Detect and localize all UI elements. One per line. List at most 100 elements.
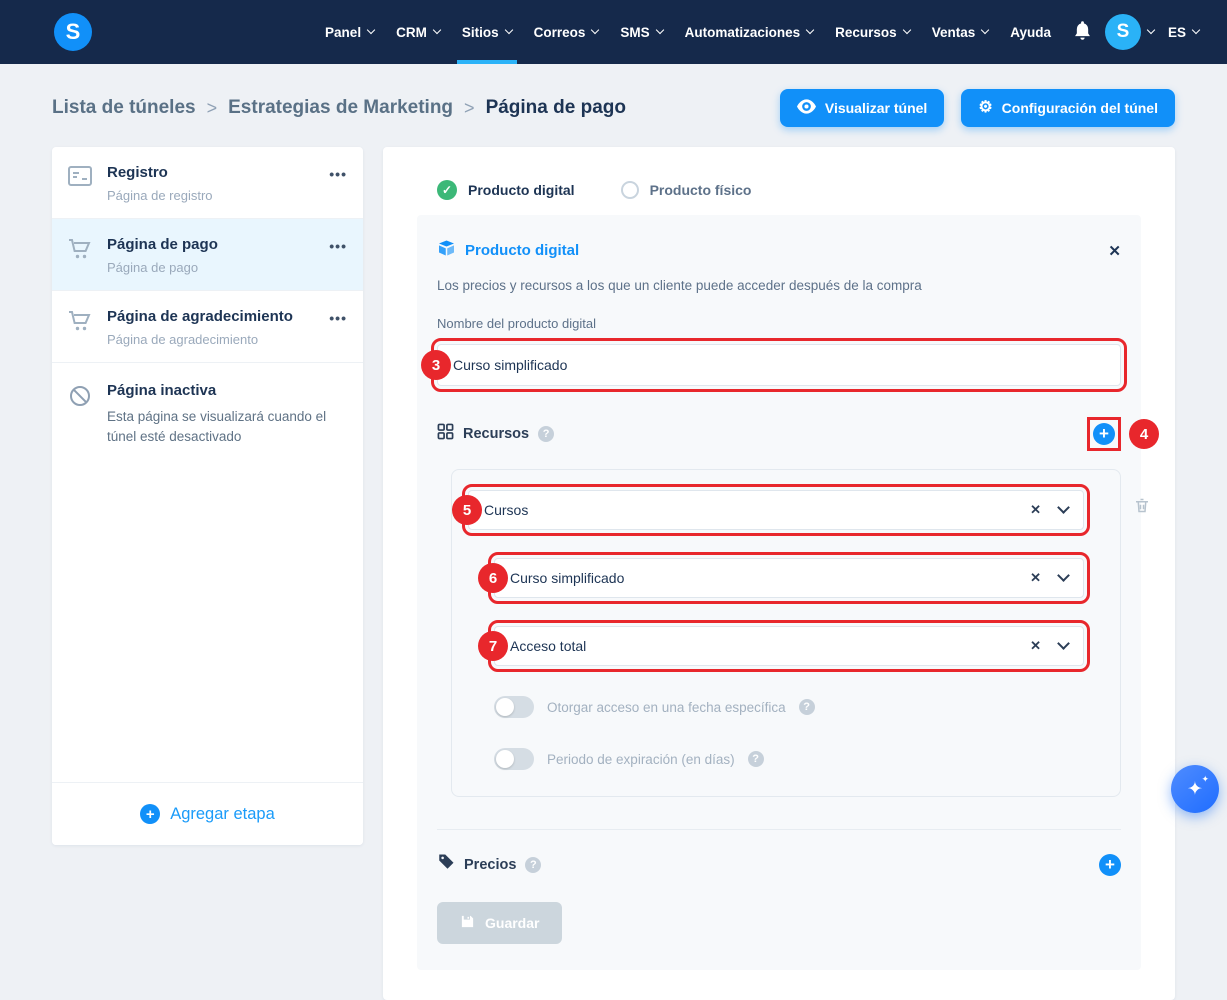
visualize-funnel-label: Visualizar túnel bbox=[825, 100, 927, 116]
nav-item-recursos[interactable]: Recursos bbox=[824, 0, 921, 64]
nav-item-ventas[interactable]: Ventas bbox=[921, 0, 1000, 64]
cart-icon bbox=[68, 308, 94, 337]
nav-item-label: Correos bbox=[534, 25, 586, 40]
stage-item-pagina-de-pago[interactable]: Página de pago Página de pago ••• bbox=[52, 219, 363, 291]
avatar-letter: S bbox=[1117, 21, 1130, 43]
prices-header-right: + bbox=[1099, 854, 1121, 876]
language-label: ES bbox=[1168, 25, 1186, 40]
ellipsis-icon: ••• bbox=[329, 238, 347, 254]
stage-subtitle: Página de agradecimiento bbox=[107, 332, 312, 347]
stage-subtitle: Página de registro bbox=[107, 188, 312, 203]
access-date-toggle[interactable] bbox=[494, 696, 534, 718]
resources-header: Recursos ? + 4 bbox=[437, 417, 1121, 451]
language-selector[interactable]: ES bbox=[1168, 25, 1199, 40]
tab-producto-fisico[interactable]: Producto físico bbox=[601, 165, 778, 215]
nav-item-ayuda[interactable]: Ayuda bbox=[999, 0, 1062, 64]
visualize-funnel-button[interactable]: Visualizar túnel bbox=[780, 89, 944, 127]
plus-glyph: + bbox=[146, 807, 155, 822]
stage-item-registro[interactable]: Registro Página de registro ••• bbox=[52, 147, 363, 219]
breadcrumb-item-funnel-name[interactable]: Estrategias de Marketing bbox=[228, 97, 453, 119]
chevron-down-icon[interactable] bbox=[1057, 637, 1070, 650]
chevron-down-icon[interactable] bbox=[1057, 501, 1070, 514]
nav-item-panel[interactable]: Panel bbox=[314, 0, 385, 64]
step-badge-7: 7 bbox=[478, 631, 508, 661]
radio-circle-icon bbox=[621, 181, 639, 199]
clear-icon[interactable]: ✕ bbox=[1030, 502, 1041, 518]
course-select[interactable]: Curso simplificado ✕ bbox=[494, 558, 1084, 598]
clear-glyph: ✕ bbox=[1030, 502, 1041, 517]
stage-text: Página inactiva Esta página se visualiza… bbox=[107, 382, 347, 446]
breadcrumb-item-funnel-list[interactable]: Lista de túneles bbox=[52, 97, 196, 119]
clear-icon[interactable]: ✕ bbox=[1030, 638, 1041, 654]
add-price-button[interactable]: + bbox=[1099, 854, 1121, 876]
nav-menu: Panel CRM Sitios Correos SMS Automatizac… bbox=[314, 0, 1062, 64]
prices-label: Precios bbox=[464, 857, 516, 873]
funnel-settings-button[interactable]: ⚙ Configuración del túnel bbox=[961, 89, 1175, 127]
help-glyph: ? bbox=[530, 859, 537, 871]
help-glyph: ? bbox=[752, 753, 759, 765]
expiration-toggle[interactable] bbox=[494, 748, 534, 770]
step-badge-6: 6 bbox=[478, 563, 508, 593]
notifications-button[interactable] bbox=[1074, 21, 1091, 43]
inactive-page-info: Página inactiva Esta página se visualiza… bbox=[52, 363, 363, 465]
package-box-icon bbox=[437, 239, 456, 262]
select-value: Curso simplificado bbox=[510, 570, 1030, 586]
nav-item-crm[interactable]: CRM bbox=[385, 0, 451, 64]
stage-menu-button[interactable]: ••• bbox=[325, 236, 351, 256]
stage-text: Página de pago Página de pago bbox=[107, 236, 312, 275]
user-menu[interactable]: S bbox=[1105, 14, 1154, 50]
nav-item-label: Ayuda bbox=[1010, 25, 1051, 40]
save-label: Guardar bbox=[485, 915, 539, 931]
nav-item-label: SMS bbox=[620, 25, 649, 40]
nav-item-correos[interactable]: Correos bbox=[523, 0, 610, 64]
help-icon[interactable]: ? bbox=[538, 426, 554, 442]
chevron-down-icon bbox=[433, 26, 441, 34]
stage-menu-button[interactable]: ••• bbox=[325, 308, 351, 328]
funnel-settings-label: Configuración del túnel bbox=[1002, 100, 1158, 116]
step-badge-3: 3 bbox=[421, 350, 451, 380]
help-icon[interactable]: ? bbox=[799, 699, 815, 715]
help-glyph: ? bbox=[803, 701, 810, 713]
nav-item-sitios[interactable]: Sitios bbox=[451, 0, 523, 64]
prohibition-icon bbox=[68, 382, 94, 446]
expiration-toggle-row: Periodo de expiración (en días) ? bbox=[494, 748, 1084, 770]
funnel-stage-sidebar: Registro Página de registro ••• Página d… bbox=[52, 147, 363, 845]
save-button[interactable]: Guardar bbox=[437, 902, 562, 944]
resources-header-right: + 4 bbox=[1087, 417, 1121, 451]
brand: S bbox=[54, 0, 92, 64]
product-name-input[interactable] bbox=[437, 344, 1121, 386]
close-panel-button[interactable]: ✕ bbox=[1108, 242, 1121, 260]
inactive-page-title: Página inactiva bbox=[107, 382, 216, 399]
user-avatar: S bbox=[1105, 14, 1141, 50]
delete-resource-button[interactable] bbox=[1133, 496, 1151, 518]
eye-icon bbox=[797, 99, 816, 117]
add-resource-highlight: + 4 bbox=[1087, 417, 1121, 451]
check-glyph: ✓ bbox=[442, 183, 452, 197]
tab-label: Producto físico bbox=[650, 182, 752, 198]
tab-producto-digital[interactable]: ✓ Producto digital bbox=[417, 165, 601, 215]
add-resource-button[interactable]: + bbox=[1093, 423, 1115, 445]
chevron-down-icon[interactable] bbox=[1057, 569, 1070, 582]
breadcrumb-separator: > bbox=[464, 98, 475, 119]
stage-menu-button[interactable]: ••• bbox=[325, 164, 351, 184]
help-icon[interactable]: ? bbox=[525, 857, 541, 873]
assistant-button[interactable]: ✦ ✦ bbox=[1171, 765, 1219, 813]
resource-type-select[interactable]: Cursos ✕ bbox=[468, 490, 1084, 530]
access-select[interactable]: Acceso total ✕ bbox=[494, 626, 1084, 666]
chevron-down-icon bbox=[1147, 26, 1155, 34]
trash-icon bbox=[1133, 503, 1151, 518]
stage-item-agradecimiento[interactable]: Página de agradecimiento Página de agrad… bbox=[52, 291, 363, 363]
brand-logo[interactable]: S bbox=[54, 13, 92, 51]
add-stage-button[interactable]: + Agregar etapa bbox=[52, 782, 363, 845]
stage-title: Página de agradecimiento bbox=[107, 308, 293, 325]
panel-header: Producto digital ✕ bbox=[437, 239, 1121, 262]
digital-product-panel: Producto digital ✕ Los precios y recurso… bbox=[417, 215, 1141, 970]
nav-item-sms[interactable]: SMS bbox=[609, 0, 673, 64]
clear-icon[interactable]: ✕ bbox=[1030, 570, 1041, 586]
help-icon[interactable]: ? bbox=[748, 751, 764, 767]
access-date-toggle-row: Otorgar acceso en una fecha específica ? bbox=[494, 696, 1084, 718]
inactive-page-description: Esta página se visualizará cuando el tún… bbox=[107, 407, 347, 446]
nav-item-automatizaciones[interactable]: Automatizaciones bbox=[674, 0, 825, 64]
chevron-down-icon bbox=[591, 26, 599, 34]
save-icon bbox=[460, 914, 475, 932]
